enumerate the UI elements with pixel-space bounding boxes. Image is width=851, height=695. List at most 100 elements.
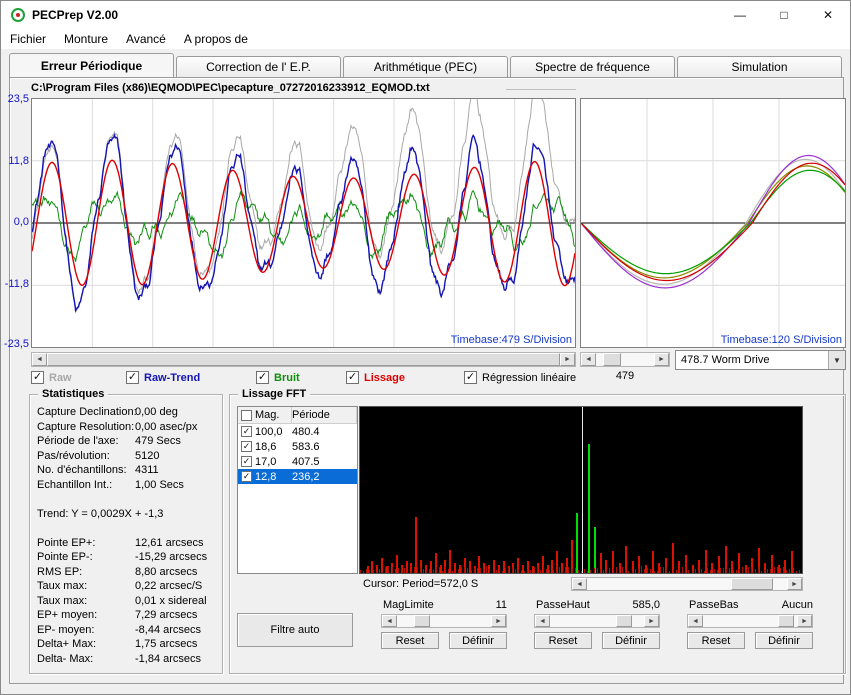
fft-bar [565,566,567,573]
fft-table-row[interactable]: ✓ 100,0 480.4 [238,424,357,439]
fft-table-row[interactable]: ✓ 17,0 407.5 [238,454,357,469]
chevron-down-icon[interactable]: ▼ [828,351,845,369]
fft-bar [631,570,633,573]
stat-value: 0,22 arcsec/S [135,580,203,593]
passebas-definir-button[interactable]: Définir [755,632,813,649]
scrollbar-thumb[interactable] [731,578,773,590]
maglimite-slider[interactable]: ◄ ► [381,614,507,628]
scroll-left-arrow-icon[interactable]: ◄ [32,353,47,366]
slider-track[interactable] [550,615,644,627]
passehaut-definir-button[interactable]: Définir [602,632,660,649]
filtre-auto-button[interactable]: Filtre auto [237,613,353,647]
fft-bar [729,568,731,573]
fft-bar [751,566,753,573]
passebas-reset-button[interactable]: Reset [687,632,745,649]
scroll-left-arrow-icon[interactable]: ◄ [572,578,587,590]
fft-bar [764,570,766,573]
scrollbar-thumb[interactable] [47,353,560,366]
menu-item-1[interactable]: Monture [55,29,117,49]
fft-bar [530,569,532,573]
slider-left-arrow-icon[interactable]: ◄ [382,615,397,627]
fft-bar [651,551,654,573]
passehaut-reset-button[interactable]: Reset [534,632,592,649]
slider-right-arrow-icon[interactable]: ► [491,615,506,627]
scrollbar-track[interactable] [587,578,787,590]
stat-row: No. d'échantillons: 4311 [37,463,219,478]
checkbox-icon[interactable]: ✓ [31,371,44,384]
fft-scrollbar[interactable]: ◄ ► [571,577,803,591]
fft-bar [527,570,529,573]
fft-bar [404,568,406,573]
tab-3[interactable]: Spectre de fréquence [510,56,675,77]
period-column-header[interactable]: Période [292,407,357,423]
checkbox-icon[interactable]: ✓ [256,371,269,384]
mag-column-header[interactable]: Mag. [255,407,292,423]
close-button[interactable]: ✕ [806,1,850,29]
scrollbar-thumb[interactable] [602,353,621,366]
slider-left-arrow-icon[interactable]: ◄ [535,615,550,627]
maglimite-definir-button[interactable]: Définir [449,632,507,649]
fft-bar [555,570,557,573]
series-toggle-1[interactable]: ✓ Raw-Trend [126,370,200,385]
maximize-button[interactable]: □ [762,1,806,29]
fft-bar [576,513,579,573]
fft-bar [394,568,396,573]
slider-thumb[interactable] [778,615,795,627]
tab-2[interactable]: Arithmétique (PEC) [343,56,508,77]
slider-track[interactable] [703,615,797,627]
scroll-left-arrow-icon[interactable]: ◄ [581,353,596,366]
scrollbar-track[interactable] [596,353,654,366]
tab-0[interactable]: Erreur Périodique [9,53,174,77]
slider-track[interactable] [397,615,491,627]
row-checkbox[interactable]: ✓ [241,471,252,482]
scroll-right-arrow-icon[interactable]: ► [787,578,802,590]
fft-bar [385,567,387,573]
scrollbar-track[interactable] [47,353,560,366]
worm-drive-combobox[interactable]: 478.7 Worm Drive ▼ [675,350,846,370]
menu-item-2[interactable]: Avancé [117,29,175,49]
fft-bar [533,567,535,573]
slider-right-arrow-icon[interactable]: ► [644,615,659,627]
header-checkbox[interactable] [241,409,252,421]
slider-right-arrow-icon[interactable]: ► [797,615,812,627]
passebas-slider[interactable]: ◄ ► [687,614,813,628]
slider-thumb[interactable] [413,615,430,627]
stat-row [37,521,219,536]
series-toggle-2[interactable]: ✓ Bruit [256,370,300,385]
scroll-right-arrow-icon[interactable]: ► [654,353,669,366]
menu-item-3[interactable]: A propos de [175,29,257,49]
fft-cursor-line[interactable] [582,407,584,573]
slider-thumb[interactable] [615,615,632,627]
fft-bar [492,570,494,573]
slider-left-arrow-icon[interactable]: ◄ [688,615,703,627]
fft-bar [798,569,800,573]
fft-spectrum[interactable] [359,406,803,574]
tab-4[interactable]: Simulation [677,56,842,77]
maglimite-reset-button[interactable]: Reset [381,632,439,649]
minimize-button[interactable]: — [718,1,762,29]
fft-table-row[interactable]: ✓ 18,6 583.6 [238,439,357,454]
menu-item-0[interactable]: Fichier [1,29,55,49]
stat-value: 7,29 arcsecs [135,609,198,622]
stat-row: Pas/révolution: 5120 [37,449,219,464]
fft-table-row[interactable]: ✓ 12,8 236,2 [238,469,357,484]
scroll-right-arrow-icon[interactable]: ► [560,353,575,366]
checkbox-icon[interactable]: ✓ [346,371,359,384]
row-checkbox[interactable]: ✓ [241,456,252,467]
checkbox-icon[interactable]: ✓ [464,371,477,384]
passehaut-slider[interactable]: ◄ ► [534,614,660,628]
main-chart-scrollbar[interactable]: ◄ ► [31,352,576,367]
stat-value: 0,00 deg [135,406,178,419]
series-toggle-0[interactable]: ✓ Raw [31,370,72,385]
checkbox-icon[interactable]: ✓ [126,371,139,384]
fft-bar [732,570,734,573]
fft-bar [363,570,365,573]
series-toggle-3[interactable]: ✓ Lissage [346,370,405,385]
stat-row: Pointe EP-: -15,29 arcsecs [37,550,219,565]
overlay-scrollbar[interactable]: ◄ ► [580,352,670,367]
series-toggle-4[interactable]: ✓ Régression linéaire [464,370,576,385]
row-checkbox[interactable]: ✓ [241,426,252,437]
row-checkbox[interactable]: ✓ [241,441,252,452]
tab-1[interactable]: Correction de l' E.P. [176,56,341,77]
statistics-rows: Capture Declination: 0,00 deg Capture Reso… [37,405,219,666]
